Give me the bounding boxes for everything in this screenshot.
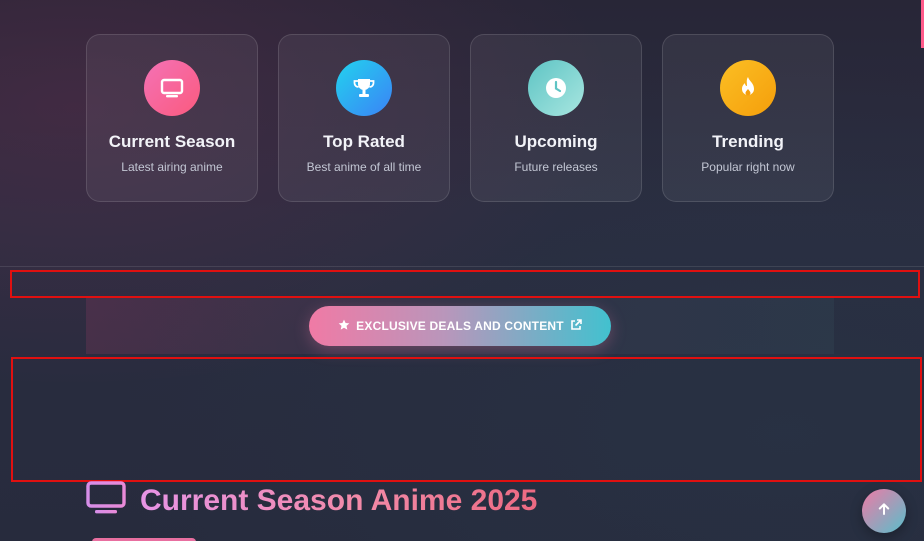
- arrow-up-icon: [877, 502, 891, 521]
- card-subtitle: Latest airing anime: [121, 160, 223, 174]
- card-title: Trending: [712, 132, 784, 151]
- card-subtitle: Popular right now: [701, 160, 795, 174]
- exclusive-deals-label: EXCLUSIVE DEALS AND CONTENT: [356, 319, 564, 333]
- card-title: Current Season: [108, 132, 236, 151]
- card-current-season[interactable]: Current Season Latest airing anime: [86, 34, 258, 202]
- external-link-icon: [570, 318, 582, 334]
- section-divider: [0, 266, 924, 267]
- card-top-rated[interactable]: Top Rated Best anime of all time: [278, 34, 450, 202]
- section-header: Current Season Anime 2025: [86, 480, 537, 521]
- tv-icon: [86, 480, 126, 521]
- card-trending[interactable]: Trending Popular right now: [662, 34, 834, 202]
- card-upcoming[interactable]: Upcoming Future releases: [470, 34, 642, 202]
- page: Current Season Latest airing anime Top R…: [0, 0, 924, 541]
- card-title: Top Rated: [323, 132, 405, 151]
- section-title: Current Season Anime 2025: [140, 483, 538, 517]
- card-subtitle: Best anime of all time: [306, 160, 422, 174]
- star-icon: [338, 319, 350, 334]
- tv-icon: [144, 60, 200, 116]
- exclusive-deals-button[interactable]: EXCLUSIVE DEALS AND CONTENT: [309, 306, 611, 346]
- clock-icon: [528, 60, 584, 116]
- card-title: Upcoming: [514, 132, 598, 151]
- trophy-icon: [336, 60, 392, 116]
- highlight-box-bottom: [11, 357, 922, 482]
- scroll-to-top-button[interactable]: [862, 489, 906, 533]
- card-subtitle: Future releases: [514, 160, 598, 174]
- fire-icon: [720, 60, 776, 116]
- highlight-box-top: [10, 270, 920, 298]
- category-cards: Current Season Latest airing anime Top R…: [86, 34, 834, 202]
